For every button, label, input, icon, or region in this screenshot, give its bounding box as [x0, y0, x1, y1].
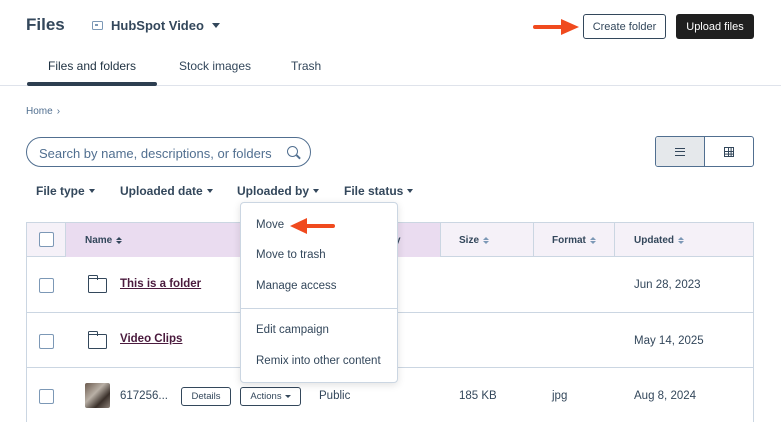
- chevron-down-icon: [88, 189, 95, 193]
- actions-button-label: Actions: [250, 391, 282, 402]
- row-checkbox[interactable]: [39, 389, 54, 404]
- select-all-checkbox[interactable]: [39, 232, 54, 247]
- page-title: Files: [26, 15, 65, 34]
- column-divider: [614, 223, 615, 257]
- column-header-size[interactable]: Size: [459, 223, 490, 257]
- search-icon[interactable]: [287, 146, 298, 157]
- file-thumbnail: [85, 383, 110, 408]
- chevron-down-icon: [211, 23, 220, 28]
- arrow-annotation-icon: [533, 19, 579, 35]
- format-value: jpg: [552, 390, 568, 402]
- grid-icon: [723, 146, 734, 157]
- updated-date: Jun 28, 2023: [634, 279, 701, 291]
- list-view-button[interactable]: [656, 137, 705, 166]
- column-header-label: Format: [552, 234, 586, 246]
- create-folder-button[interactable]: Create folder: [583, 14, 666, 39]
- arrow-annotation-icon: [290, 218, 335, 234]
- row-checkbox[interactable]: [39, 278, 54, 293]
- filter-uploaded-by[interactable]: Uploaded by: [237, 184, 320, 198]
- tab-files-and-folders[interactable]: Files and folders: [48, 59, 136, 73]
- column-header-name[interactable]: Name: [85, 223, 123, 257]
- page-header: Files HubSpot Video Create folder Upload…: [0, 0, 781, 86]
- video-account-icon: [92, 21, 103, 30]
- search-box: [26, 137, 311, 167]
- menu-divider: [241, 308, 397, 309]
- column-header-label: Size: [459, 234, 480, 246]
- active-tab-indicator: [27, 82, 157, 86]
- column-divider: [440, 223, 441, 257]
- menu-item-edit-campaign[interactable]: Edit campaign: [256, 324, 329, 336]
- tab-stock-images[interactable]: Stock images: [179, 59, 251, 73]
- column-header-label: Name: [85, 234, 113, 246]
- menu-item-move[interactable]: Move: [256, 219, 284, 231]
- updated-date: May 14, 2025: [634, 335, 704, 347]
- breadcrumb-separator: ›: [56, 106, 61, 117]
- account-name: HubSpot Video: [111, 18, 204, 33]
- size-value: 185 KB: [459, 390, 497, 402]
- grid-view-button[interactable]: [705, 137, 754, 166]
- chevron-down-icon: [407, 189, 414, 193]
- column-header-updated[interactable]: Updated: [634, 223, 684, 257]
- search-input[interactable]: [39, 144, 279, 162]
- upload-files-button[interactable]: Upload files: [676, 14, 754, 39]
- menu-item-move-to-trash[interactable]: Move to trash: [256, 249, 326, 261]
- details-button[interactable]: Details: [181, 387, 231, 406]
- menu-item-remix[interactable]: Remix into other content: [256, 355, 381, 367]
- filter-label: Uploaded by: [237, 184, 310, 198]
- visibility-value: Public: [319, 390, 351, 402]
- column-divider: [65, 223, 66, 257]
- sort-icon: [678, 236, 684, 244]
- view-toggle: [655, 136, 754, 167]
- file-name[interactable]: 617256...: [120, 390, 168, 402]
- breadcrumb: Home ›: [26, 106, 60, 117]
- sort-icon: [589, 236, 596, 244]
- sort-icon: [116, 236, 123, 244]
- actions-button[interactable]: Actions: [240, 387, 301, 406]
- menu-item-manage-access[interactable]: Manage access: [256, 280, 337, 292]
- updated-date: Aug 8, 2024: [634, 390, 697, 402]
- account-selector[interactable]: HubSpot Video: [92, 18, 220, 33]
- column-header-format[interactable]: Format: [552, 223, 596, 257]
- folder-icon: [87, 331, 107, 349]
- folder-name-link[interactable]: This is a folder: [120, 278, 201, 290]
- column-header-label: Updated: [634, 234, 674, 246]
- filter-label: File status: [344, 184, 404, 198]
- breadcrumb-home[interactable]: Home: [26, 106, 53, 117]
- details-button-label: Details: [191, 391, 221, 402]
- chevron-down-icon: [206, 189, 213, 193]
- filter-file-status[interactable]: File status: [344, 184, 414, 198]
- chevron-down-icon: [313, 189, 320, 193]
- column-divider: [533, 223, 534, 257]
- filter-uploaded-date[interactable]: Uploaded date: [120, 184, 213, 198]
- folder-icon: [87, 275, 107, 293]
- filter-label: Uploaded date: [120, 184, 203, 198]
- folder-name-link[interactable]: Video Clips: [120, 333, 182, 345]
- tab-trash[interactable]: Trash: [291, 59, 321, 73]
- filter-file-type[interactable]: File type: [36, 184, 95, 198]
- sort-icon: [483, 236, 490, 244]
- filter-label: File type: [36, 184, 85, 198]
- row-checkbox[interactable]: [39, 334, 54, 349]
- chevron-down-icon: [284, 395, 291, 398]
- list-icon: [674, 147, 685, 156]
